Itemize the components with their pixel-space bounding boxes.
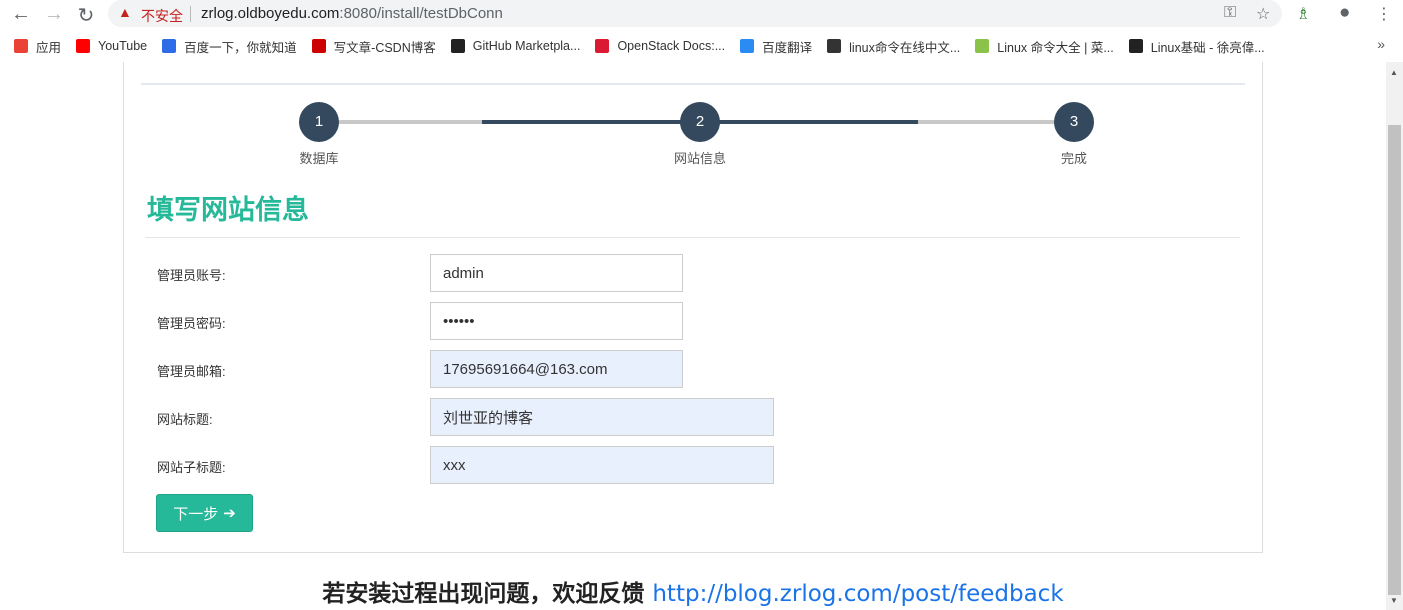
admin-password-input[interactable] [430,302,683,340]
scroll-down-icon[interactable]: ▼ [1390,596,1398,605]
bookmark-item[interactable]: 百度翻译 [740,37,812,56]
admin-password-label: 管理员密码: [157,316,226,331]
tux-icon [827,39,842,53]
bookmark-label: YouTube [98,39,148,53]
bookmark-label: OpenStack Docs:... [617,39,726,53]
runoob-icon [975,39,990,53]
arrow-right-icon: ➔ [223,505,236,522]
bookmark-label: GitHub Marketpla... [472,39,581,53]
csdn-icon [311,39,326,53]
warning-icon[interactable]: ▲ [118,4,132,20]
step-line [918,120,1054,124]
github-icon [450,39,465,53]
page-content: 1 2 3 数据库 网站信息 完成 填写网站信息 管理员账号: 管理员密码: 管… [0,62,1386,610]
divider [145,237,1240,238]
bookmark-label: Linux基础 - 徐亮偉... [1150,40,1265,55]
step-2-circle: 2 [680,102,720,142]
bookmark-item[interactable]: GitHub Marketpla... [450,39,581,53]
step-3-label: 完成 [1060,151,1087,166]
admin-account-input[interactable] [430,254,683,292]
scrollbar[interactable]: ▲ ▼ [1386,62,1403,610]
bookmark-label: linux命令在线中文... [849,40,961,55]
scrollbar-thumb[interactable] [1388,125,1401,595]
site-subtitle-label: 网站子标题: [157,460,226,475]
url-host: zrlog.oldboyedu.com [201,5,340,22]
footer-text: 若安装过程出现问题，欢迎反馈 [322,581,653,607]
bookmark-item[interactable]: linux命令在线中文... [827,37,960,56]
youtube-icon [76,39,91,53]
baidu-paw-icon [162,39,177,53]
admin-account-label: 管理员账号: [157,268,226,283]
form-title: 填写网站信息 [147,195,309,226]
apps-grid-icon [14,39,28,53]
divider [141,83,1245,85]
bookmark-item[interactable]: YouTube [76,39,147,53]
step-1-label: 数据库 [299,151,339,166]
url-text[interactable]: zrlog.oldboyedu.com:8080/install/testDbC… [201,5,503,22]
site-title-input[interactable] [430,398,774,436]
bookmark-label: 应用 [36,40,62,55]
admin-email-label: 管理员邮箱: [157,364,226,379]
bookmark-item[interactable]: Linux 命令大全 | 菜... [975,37,1114,56]
site-subtitle-input[interactable] [430,446,774,484]
profile-icon[interactable]: ● [1339,2,1350,24]
bookmark-item[interactable]: OpenStack Docs:... [595,39,725,53]
bookmark-label: 百度翻译 [762,40,813,55]
scroll-up-icon[interactable]: ▲ [1390,68,1398,77]
insecure-label: 不安全 [141,8,183,24]
bookmark-item[interactable]: 百度一下，你就知道 [162,37,297,56]
baidu-translate-icon [740,39,755,53]
bookmarks-bar: 应用 YouTube 百度一下，你就知道 写文章-CSDN博客 GitHub Marke… [0,32,1403,60]
feedback-link[interactable]: http://blog.zrlog.com/post/feedback [652,581,1063,607]
site-title-label: 网站标题: [157,412,213,427]
key-icon[interactable]: ⚿ [1224,4,1236,22]
extension-icon[interactable]: ♗ [1296,4,1310,24]
step-line [339,120,482,124]
next-step-button[interactable]: 下一步 ➔ [156,494,253,532]
bookmark-label: 写文章-CSDN博客 [333,40,436,55]
menu-icon[interactable]: ⋮ [1376,4,1392,24]
star-icon[interactable]: ☆ [1256,4,1270,24]
bookmark-label: 百度一下，你就知道 [184,40,297,55]
bookmark-item[interactable]: Linux基础 - 徐亮偉... [1128,37,1265,56]
browser-toolbar: ← → ↻ ▲ 不安全 zrlog.oldboyedu.com:8080/ins… [0,0,1403,29]
url-path: :8080/install/testDbConn [339,5,503,22]
more-bookmarks-icon[interactable]: » [1377,36,1385,52]
reload-icon[interactable]: ↻ [74,3,98,28]
bookmark-item[interactable]: 应用 [14,37,61,56]
next-step-label: 下一步 [173,505,219,523]
forward-icon[interactable]: → [42,3,66,26]
site-icon [1128,39,1143,53]
openstack-icon [595,39,610,53]
footer-feedback: 若安装过程出现问题，欢迎反馈 http://blog.zrlog.com/pos… [0,574,1386,608]
bookmark-item[interactable]: 写文章-CSDN博客 [311,37,436,56]
bookmark-label: Linux 命令大全 | 菜... [997,40,1114,55]
step-1-circle: 1 [299,102,339,142]
admin-email-input[interactable] [430,350,683,388]
step-3-circle: 3 [1054,102,1094,142]
back-icon[interactable]: ← [9,3,33,26]
divider [190,6,191,22]
step-2-label: 网站信息 [673,151,726,166]
